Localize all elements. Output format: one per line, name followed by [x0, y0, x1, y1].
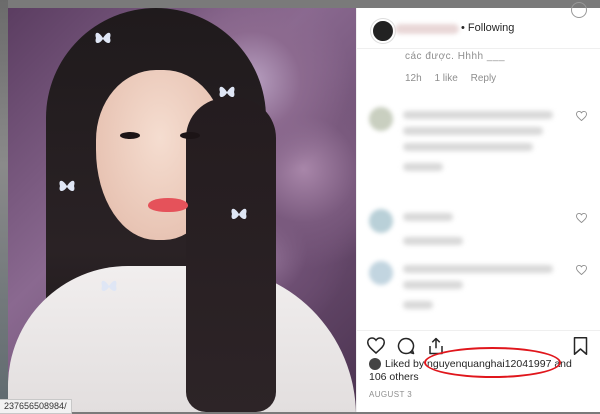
liked-and: and	[551, 358, 572, 370]
butterfly-sticker-icon	[95, 32, 111, 44]
following-label[interactable]: Following	[468, 22, 514, 34]
comment-line	[403, 163, 443, 171]
photo-eye-left	[120, 132, 140, 139]
likes-summary: Liked by nguyenquanghai12041997 and 106 …	[369, 358, 595, 384]
commenter-avatar[interactable]	[369, 209, 393, 233]
butterfly-sticker-icon	[219, 86, 235, 98]
comment-likes[interactable]: 1 like	[434, 73, 457, 84]
liker-avatar[interactable]	[369, 358, 381, 371]
comment-line	[403, 213, 453, 221]
comment-item-blurred	[369, 261, 599, 329]
comments-list: các được. Hhhh ___ 12h 1 like Reply	[357, 49, 600, 329]
post-header: • Following	[357, 2, 600, 49]
comment-line	[403, 281, 463, 289]
comment-icon[interactable]	[397, 337, 415, 355]
reply-button[interactable]: Reply	[471, 73, 497, 84]
author-name-blurred[interactable]	[395, 24, 459, 34]
header-separator: •	[461, 22, 465, 34]
photo-eye-right	[180, 132, 200, 139]
comment-time[interactable]: 12h	[405, 73, 422, 84]
heart-icon[interactable]	[367, 337, 385, 354]
like-comment-icon[interactable]	[576, 213, 587, 223]
photo-hair-front	[186, 98, 276, 412]
bookmark-icon[interactable]	[573, 337, 588, 355]
liked-by-prefix: Liked by	[385, 358, 428, 370]
close-icon[interactable]	[571, 2, 587, 18]
author-avatar[interactable]	[371, 19, 395, 43]
post-date[interactable]: AUGUST 3	[369, 390, 412, 399]
background-page	[0, 0, 8, 412]
butterfly-sticker-icon	[231, 208, 247, 220]
comment-meta: 12h 1 like Reply	[405, 73, 506, 84]
butterfly-sticker-icon	[101, 280, 117, 292]
comment-line	[403, 301, 433, 309]
action-bar	[357, 330, 600, 361]
like-comment-icon[interactable]	[576, 265, 587, 275]
butterfly-sticker-icon	[59, 180, 75, 192]
follow-status[interactable]: • Following	[461, 22, 514, 34]
post-photo[interactable]	[8, 8, 356, 412]
commenter-avatar[interactable]	[369, 261, 393, 285]
liker-username[interactable]: nguyenquanghai12041997	[427, 358, 551, 370]
like-comment-icon[interactable]	[576, 111, 587, 121]
comment-line	[403, 143, 533, 151]
comment-text-partial: các được. Hhhh ___	[405, 51, 506, 62]
comment-line	[403, 111, 553, 119]
photo-shirt	[8, 266, 356, 412]
photo-lips	[148, 198, 188, 212]
post-side-panel: • Following các được. Hhhh ___ 12h 1 lik…	[356, 2, 600, 412]
share-icon[interactable]	[427, 337, 445, 355]
comment-line	[403, 237, 463, 245]
likes-others[interactable]: 106 others	[369, 371, 419, 383]
commenter-avatar[interactable]	[369, 107, 393, 131]
comment-line	[403, 265, 553, 273]
comment-item-blurred	[369, 107, 599, 177]
comment-line	[403, 127, 543, 135]
